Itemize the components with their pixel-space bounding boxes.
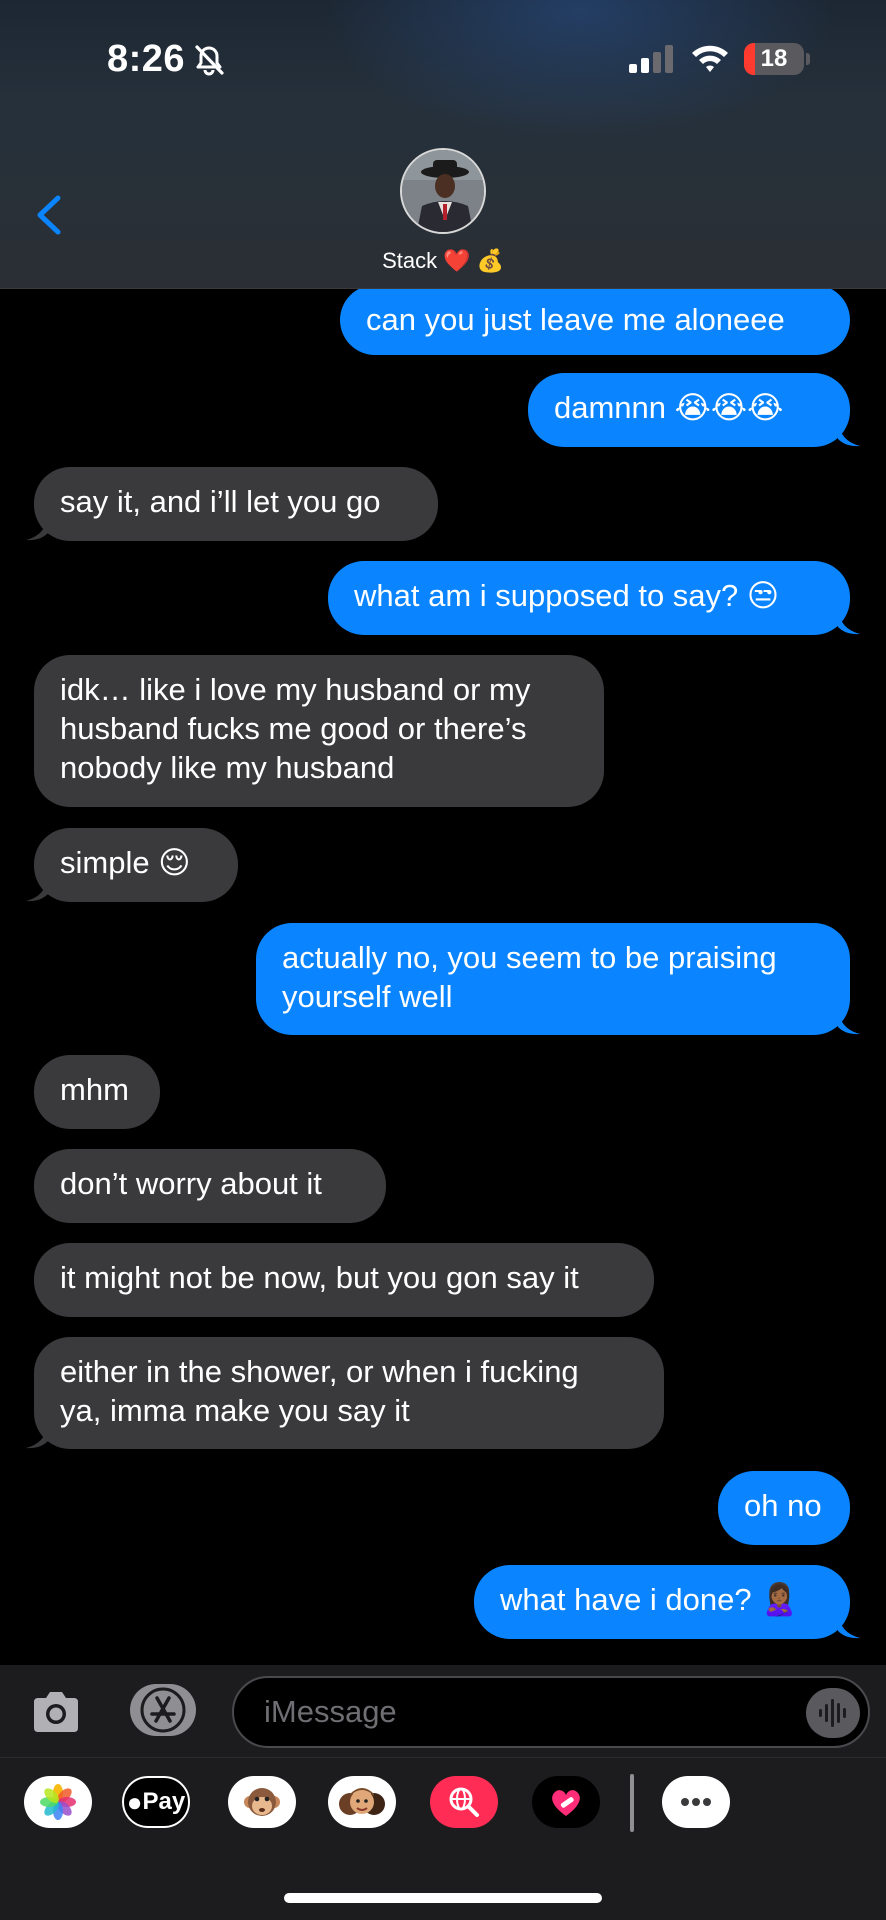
received-message: either in the shower, or when i fucking … (0, 1337, 886, 1457)
battery-indicator: 18 (744, 43, 804, 75)
more-apps-button[interactable] (662, 1776, 730, 1828)
message-input[interactable] (232, 1676, 870, 1748)
monkey-face-icon (244, 1788, 280, 1816)
received-bubble[interactable]: don’t worry about it (34, 1149, 386, 1223)
contact-name-row[interactable]: Stack ❤️ 💰 (0, 248, 886, 274)
sent-message: can you just leave me aloneee (0, 289, 886, 363)
sent-bubble[interactable]: oh no (718, 1471, 850, 1545)
sent-bubble[interactable]: can you just leave me aloneee (340, 289, 850, 355)
received-message: say it, and i’ll let you go (0, 467, 886, 549)
bubble-tail (838, 609, 860, 635)
received-message: it might not be now, but you gon say it (0, 1243, 886, 1325)
home-indicator[interactable] (284, 1893, 602, 1903)
sent-message: what have i done? 🙎🏾‍♀️ (0, 1565, 886, 1647)
sent-bubble[interactable]: what am i supposed to say? 😒 (328, 561, 850, 635)
audio-message-button[interactable] (806, 1688, 860, 1738)
bubble-tail (26, 515, 48, 541)
received-bubble[interactable]: simple 😌 (34, 828, 238, 902)
memoji-faces-icon (339, 1788, 385, 1815)
sent-bubble[interactable]: damnnn 😭😭😭 (528, 373, 850, 447)
received-bubble[interactable]: it might not be now, but you gon say it (34, 1243, 654, 1317)
contact-avatar[interactable] (400, 148, 486, 234)
memoji-stickers-button[interactable] (328, 1776, 396, 1828)
received-message: mhm (0, 1055, 886, 1137)
bubble-tail (838, 421, 860, 447)
image-search-button[interactable] (430, 1776, 498, 1828)
apple-pay-label: Pay (142, 1788, 186, 1815)
message-thread[interactable]: can you just leave me aloneee damnnn 😭😭😭 s… (0, 289, 886, 1665)
app-store-icon (140, 1687, 186, 1733)
waveform-icon (819, 1699, 846, 1727)
sent-message: actually no, you seem to be praising you… (0, 923, 886, 1043)
sent-message: what am i supposed to say? 😒 (0, 561, 886, 643)
cellular-signal-icon (629, 45, 673, 73)
heart-emoji: ❤️ (443, 248, 471, 273)
animoji-button[interactable] (228, 1776, 296, 1828)
received-message: simple 😌 (0, 828, 886, 910)
camera-button[interactable] (30, 1688, 82, 1736)
digital-touch-button[interactable] (532, 1776, 600, 1828)
battery-level: 18 (760, 45, 788, 72)
heart-touch-icon (552, 1790, 580, 1816)
battery-tip (806, 53, 810, 65)
money-bag-emoji: 💰 (476, 248, 504, 273)
received-bubble[interactable]: either in the shower, or when i fucking … (34, 1337, 664, 1449)
avatar-photo (402, 150, 484, 232)
contact-name: Stack (382, 248, 438, 273)
bubble-tail (26, 876, 48, 902)
app-store-button[interactable] (130, 1684, 196, 1736)
photos-app-button[interactable] (24, 1776, 92, 1828)
bell-slash-icon (195, 45, 224, 76)
wifi-icon (692, 45, 728, 72)
status-bar: 8:26 18 (0, 0, 886, 120)
back-button[interactable] (30, 190, 70, 240)
sent-message: damnnn 😭😭😭 (0, 373, 886, 455)
sent-bubble[interactable]: actually no, you seem to be praising you… (256, 923, 850, 1035)
sent-message: oh no (0, 1471, 886, 1553)
received-bubble[interactable]: idk… like i love my husband or my husban… (34, 655, 604, 807)
received-message: don’t worry about it (0, 1149, 886, 1231)
apple-pay-button[interactable]: ● Pay (122, 1776, 190, 1828)
sent-bubble[interactable]: what have i done? 🙎🏾‍♀️ (474, 1565, 850, 1639)
bubble-tail (838, 1009, 860, 1035)
apple-logo-icon: ● (126, 1786, 143, 1817)
received-message: idk… like i love my husband or my husban… (0, 655, 886, 815)
received-bubble[interactable]: mhm (34, 1055, 160, 1129)
bubble-tail (26, 1423, 48, 1449)
bubble-tail (838, 1613, 860, 1639)
ellipsis-icon (681, 1798, 711, 1806)
received-bubble[interactable]: say it, and i’ll let you go (34, 467, 438, 541)
photos-icon (40, 1784, 76, 1820)
globe-search-icon (449, 1787, 479, 1817)
app-drawer-divider (630, 1774, 634, 1832)
status-time: 8:26 (107, 38, 186, 80)
